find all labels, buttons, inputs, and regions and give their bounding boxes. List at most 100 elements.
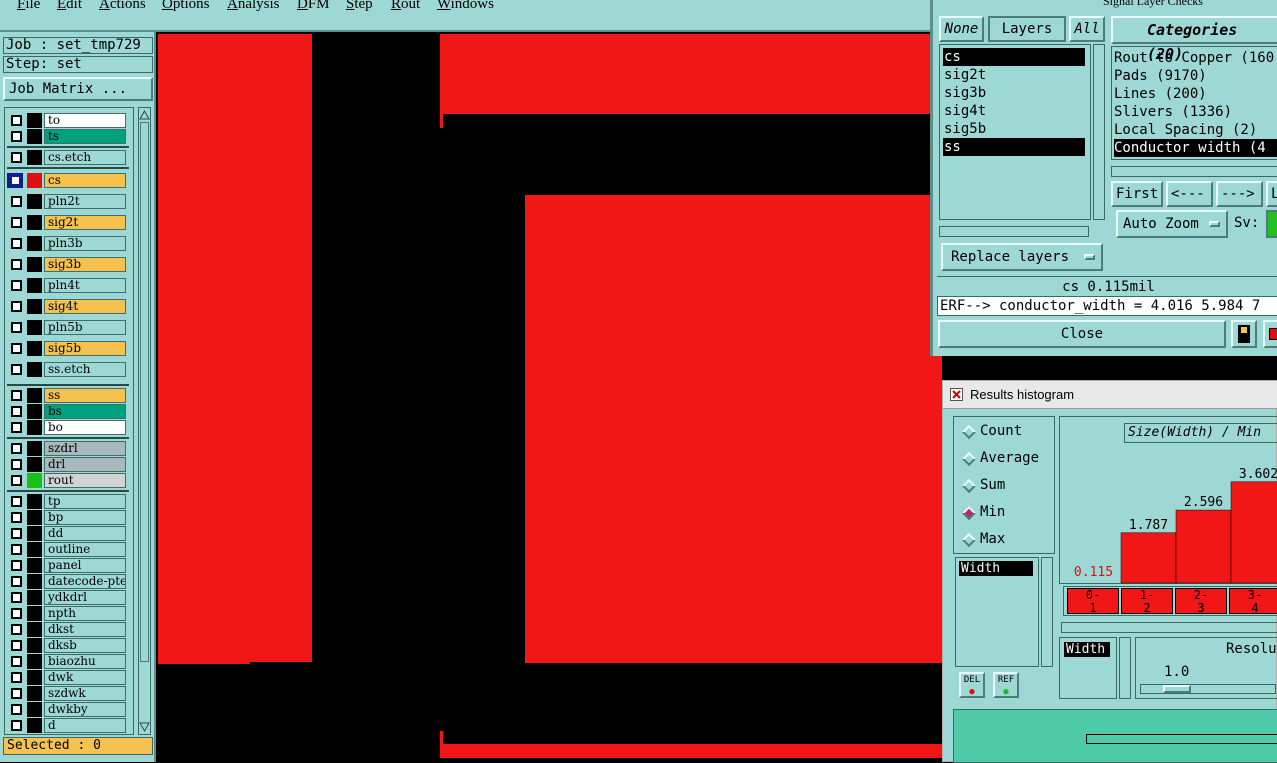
- layer-color-swatch[interactable]: [27, 441, 42, 456]
- del-button[interactable]: DEL ●: [959, 672, 985, 698]
- radio-count[interactable]: [961, 424, 977, 440]
- category-item[interactable]: Conductor width (4: [1114, 139, 1277, 157]
- layer-checkbox[interactable]: [11, 196, 22, 207]
- check-layer-hscroll[interactable]: [939, 226, 1089, 237]
- layer-checkbox[interactable]: [11, 280, 22, 291]
- layer-row-pln3b[interactable]: pln3b: [7, 236, 129, 251]
- layer-name[interactable]: dwk: [44, 670, 126, 685]
- layer-name[interactable]: tp: [44, 494, 126, 509]
- check-layer-item[interactable]: sig2t: [943, 66, 1085, 84]
- layer-checkbox[interactable]: [11, 406, 22, 417]
- layer-name[interactable]: cs: [44, 173, 126, 188]
- layer-name[interactable]: szdwk: [44, 686, 126, 701]
- layer-checkbox[interactable]: [11, 422, 22, 433]
- layer-checkbox[interactable]: [11, 475, 22, 486]
- layer-name[interactable]: szdrl: [44, 441, 126, 456]
- layer-checkbox[interactable]: [11, 343, 22, 354]
- layer-name[interactable]: cs.etch: [44, 150, 126, 165]
- layer-color-swatch[interactable]: [27, 473, 42, 488]
- layer-row-sig3b[interactable]: sig3b: [7, 257, 129, 272]
- layer-checkbox[interactable]: [11, 592, 22, 603]
- layer-row-datecode-pte[interactable]: datecode-pte: [7, 574, 129, 589]
- layer-color-swatch[interactable]: [27, 670, 42, 685]
- layer-row-pln5b[interactable]: pln5b: [7, 320, 129, 335]
- layer-row-ts[interactable]: ts: [7, 129, 129, 144]
- layer-row-sig4t[interactable]: sig4t: [7, 299, 129, 314]
- layer-checkbox[interactable]: [11, 640, 22, 651]
- layer-color-swatch[interactable]: [27, 320, 42, 335]
- scroll-up-icon[interactable]: [139, 110, 150, 120]
- layer-checkbox[interactable]: [11, 217, 22, 228]
- layer-color-swatch[interactable]: [27, 215, 42, 230]
- layer-row-to[interactable]: to: [7, 113, 129, 128]
- check-layer-scrollbar[interactable]: [1093, 44, 1105, 220]
- menu-analysis[interactable]: Analysis: [227, 0, 280, 13]
- tab-layers[interactable]: Layers: [988, 16, 1066, 42]
- histogram-hscroll[interactable]: [1061, 622, 1277, 633]
- histogram-bar[interactable]: [1175, 509, 1232, 584]
- layer-row-biaozhu[interactable]: biaozhu: [7, 654, 129, 669]
- sv-indicator[interactable]: [1266, 210, 1277, 238]
- category-item[interactable]: Rout to Copper (160: [1114, 49, 1277, 67]
- layer-name[interactable]: outline: [44, 542, 126, 557]
- layer-color-swatch[interactable]: [27, 113, 42, 128]
- first-button[interactable]: First: [1111, 181, 1163, 207]
- menu-dfm[interactable]: DFM: [297, 0, 330, 13]
- layer-name[interactable]: pln3b: [44, 236, 126, 251]
- layer-row-dd[interactable]: dd: [7, 526, 129, 541]
- erf-field[interactable]: ERF--> conductor_width = 4.016 5.984 7: [937, 296, 1277, 316]
- menu-windows[interactable]: Windows: [437, 0, 494, 13]
- layer-color-swatch[interactable]: [27, 494, 42, 509]
- layer-checkbox[interactable]: [11, 115, 22, 126]
- layer-name[interactable]: ts: [44, 129, 126, 144]
- layer-name[interactable]: ydkdrl: [44, 590, 126, 605]
- layer-row-bp[interactable]: bp: [7, 510, 129, 525]
- graphics-canvas[interactable]: [158, 34, 942, 762]
- layer-color-swatch[interactable]: [27, 542, 42, 557]
- layer-color-swatch[interactable]: [27, 362, 42, 377]
- layer-row-outline[interactable]: outline: [7, 542, 129, 557]
- layer-row-tp[interactable]: tp: [7, 494, 129, 509]
- check-layer-item[interactable]: cs: [943, 48, 1085, 66]
- layer-name[interactable]: dd: [44, 526, 126, 541]
- layer-row-npth[interactable]: npth: [7, 606, 129, 621]
- category-item[interactable]: Slivers (1336): [1114, 103, 1277, 121]
- check-layer-item[interactable]: ss: [943, 138, 1085, 156]
- menu-file[interactable]: File: [17, 0, 40, 13]
- layer-name[interactable]: dkst: [44, 622, 126, 637]
- layer-name[interactable]: pln4t: [44, 278, 126, 293]
- field2-scrollbar[interactable]: [1119, 637, 1131, 699]
- layer-color-swatch[interactable]: [27, 150, 42, 165]
- layer-list-scrollbar[interactable]: [138, 107, 151, 735]
- layer-checkbox[interactable]: [7, 173, 23, 188]
- layer-name[interactable]: npth: [44, 606, 126, 621]
- layer-checkbox[interactable]: [11, 443, 22, 454]
- slider-thumb[interactable]: [1163, 685, 1191, 693]
- layer-row-rout[interactable]: rout: [7, 473, 129, 488]
- category-item[interactable]: Lines (200): [1114, 85, 1277, 103]
- layer-color-swatch[interactable]: [27, 194, 42, 209]
- layer-color-swatch[interactable]: [27, 388, 42, 403]
- field-list-scrollbar[interactable]: [1041, 557, 1053, 667]
- layer-row-dksb[interactable]: dksb: [7, 638, 129, 653]
- last-button[interactable]: La: [1266, 181, 1277, 207]
- layer-checkbox[interactable]: [11, 496, 22, 507]
- layer-color-swatch[interactable]: [27, 718, 42, 733]
- layer-row-pln4t[interactable]: pln4t: [7, 278, 129, 293]
- job-matrix-button[interactable]: Job Matrix ...: [3, 77, 153, 101]
- layer-row-dwkby[interactable]: dwkby: [7, 702, 129, 717]
- layer-color-swatch[interactable]: [27, 257, 42, 272]
- layer-row-szdwk[interactable]: szdwk: [7, 686, 129, 701]
- layer-row-ss.etch[interactable]: ss.etch: [7, 362, 129, 377]
- layer-checkbox[interactable]: [11, 720, 22, 731]
- layer-name[interactable]: sig5b: [44, 341, 126, 356]
- layer-checkbox[interactable]: [11, 624, 22, 635]
- bin-label[interactable]: 3- 4: [1229, 588, 1277, 615]
- layer-checkbox[interactable]: [11, 390, 22, 401]
- radio-min[interactable]: [961, 505, 977, 521]
- layer-checkbox[interactable]: [11, 131, 22, 142]
- scroll-thumb[interactable]: [140, 122, 149, 662]
- layer-color-swatch[interactable]: [27, 574, 42, 589]
- histogram-bar[interactable]: [1120, 532, 1177, 584]
- layer-name[interactable]: drl: [44, 457, 126, 472]
